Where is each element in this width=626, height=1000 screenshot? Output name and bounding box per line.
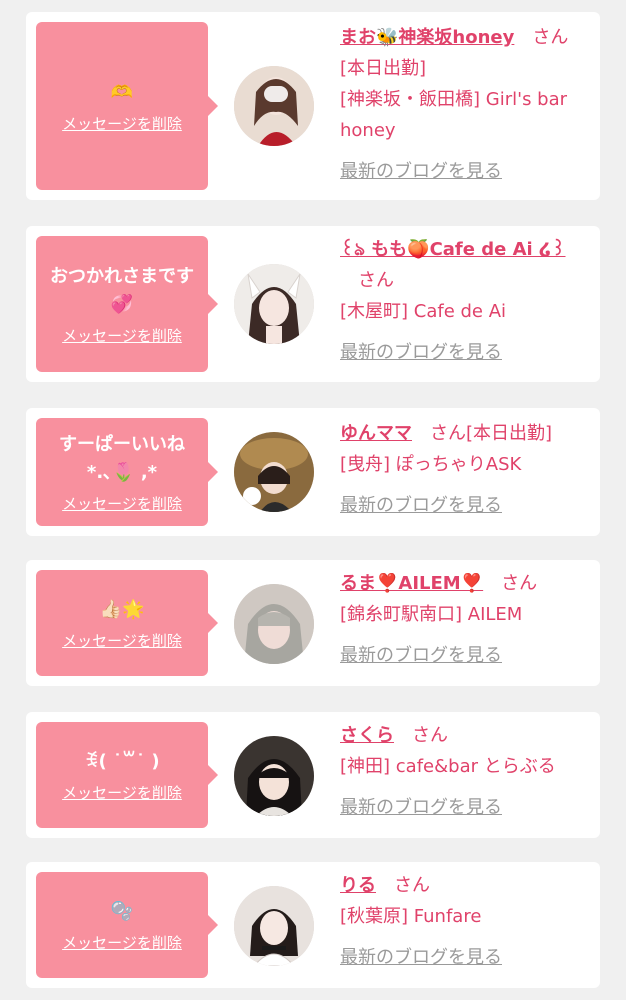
cast-info: さくら さん [神田] cafe&bar とらぶる 最新のブログを見る [340, 720, 592, 823]
message-bubble: おつかれさまです 💞 メッセージを削除 [36, 236, 218, 372]
latest-blog-link[interactable]: 最新のブログを見る [340, 942, 502, 973]
shop-name: [神楽坂・飯田橋] Girl's bar honey [340, 89, 568, 141]
message-bubble: 🫧 メッセージを削除 [36, 872, 218, 978]
delete-message-link[interactable]: メッセージを削除 [62, 325, 182, 346]
honorific: さん [358, 270, 394, 291]
message-card: 🫧 メッセージを削除 りる さん [秋葉原] Funfare 最新のブログを見る [26, 862, 600, 988]
delete-message-link[interactable]: メッセージを削除 [62, 782, 182, 803]
message-card: すーぱーいいね *.､🌷 ,* メッセージを削除 ゆんママ さん[本日出勤] [曳… [26, 408, 600, 536]
message-bubble: 👍🏻🌟 メッセージを削除 [36, 570, 218, 676]
message-card: おつかれさまです 💞 メッセージを削除 ꒰ঌ もも🍑Cafe de Ai ໒꒱ さ… [26, 226, 600, 382]
avatar[interactable] [234, 886, 314, 966]
message-card: 👍🏻🌟 メッセージを削除 るま❣️AILEM❣️ さん [錦糸町駅南口] AILE… [26, 560, 600, 686]
message-text: 🫶 [110, 81, 134, 103]
cast-name-link[interactable]: るま❣️AILEM❣️ [340, 573, 483, 594]
message-bubble: ꉂ( ˙꒳˙ ) メッセージを削除 [36, 722, 218, 828]
delete-message-link[interactable]: メッセージを削除 [62, 493, 182, 514]
work-status: [本日出勤] [466, 423, 553, 444]
cast-name-link[interactable]: りる [340, 875, 376, 896]
avatar[interactable] [234, 736, 314, 816]
message-text: すーぱーいいね *.､🌷 ,* [59, 433, 185, 483]
avatar-photo [234, 886, 314, 966]
avatar-photo [234, 264, 314, 344]
message-list: 🫶 メッセージを削除 まお🐝神楽坂honey さん[本日出勤] [神楽坂・飯田橋]… [0, 0, 626, 1000]
avatar-photo [234, 66, 314, 146]
cast-info: まお🐝神楽坂honey さん [本日出勤] [神楽坂・飯田橋] Girl's bar… [340, 22, 592, 187]
cast-name-link[interactable]: さくら [340, 725, 394, 746]
honorific: さん [532, 27, 569, 48]
avatar[interactable] [234, 432, 314, 512]
shop-name: [秋葉原] Funfare [340, 906, 482, 927]
latest-blog-link[interactable]: 最新のブログを見る [340, 337, 502, 368]
avatar-photo [234, 736, 314, 816]
avatar-photo [234, 584, 314, 664]
latest-blog-link[interactable]: 最新のブログを見る [340, 640, 502, 671]
latest-blog-link[interactable]: 最新のブログを見る [340, 490, 502, 521]
message-bubble: 🫶 メッセージを削除 [36, 22, 218, 190]
message-bubble: すーぱーいいね *.､🌷 ,* メッセージを削除 [36, 418, 218, 526]
honorific: さん [412, 725, 448, 746]
avatar-photo [234, 432, 314, 512]
cast-name-link[interactable]: ゆんママ [340, 423, 412, 444]
delete-message-link[interactable]: メッセージを削除 [62, 113, 182, 134]
shop-name: [木屋町] Cafe de Ai [340, 301, 507, 322]
shop-name: [神田] cafe&bar とらぶる [340, 756, 556, 777]
message-text: 🫧 [110, 900, 134, 922]
delete-message-link[interactable]: メッセージを削除 [62, 932, 182, 953]
cast-info: ꒰ঌ もも🍑Cafe de Ai ໒꒱ さん [木屋町] Cafe de Ai 最… [340, 234, 592, 368]
honorific: さん [394, 875, 430, 896]
cast-info: りる さん [秋葉原] Funfare 最新のブログを見る [340, 870, 592, 973]
message-text: おつかれさまです 💞 [50, 265, 194, 315]
shop-name: [錦糸町駅南口] AILEM [340, 604, 523, 625]
cast-name-link[interactable]: まお🐝神楽坂honey [340, 27, 514, 48]
message-card: 🫶 メッセージを削除 まお🐝神楽坂honey さん [本日出勤] [神楽坂・飯田橋]… [26, 12, 600, 200]
shop-name: [曳舟] ぽっちゃりASK [340, 454, 522, 475]
delete-message-link[interactable]: メッセージを削除 [62, 630, 182, 651]
honorific: さん [430, 423, 466, 444]
avatar[interactable] [234, 66, 314, 146]
latest-blog-link[interactable]: 最新のブログを見る [340, 156, 502, 187]
honorific: さん [501, 573, 538, 594]
cast-info: るま❣️AILEM❣️ さん [錦糸町駅南口] AILEM 最新のブログを見る [340, 568, 592, 671]
latest-blog-link[interactable]: 最新のブログを見る [340, 792, 502, 823]
message-text: 👍🏻🌟 [99, 598, 145, 620]
avatar[interactable] [234, 584, 314, 664]
message-text: ꉂ( ˙꒳˙ ) [84, 750, 160, 772]
cast-name-link[interactable]: ꒰ঌ もも🍑Cafe de Ai ໒꒱ [340, 239, 566, 260]
avatar[interactable] [234, 264, 314, 344]
cast-info: ゆんママ さん[本日出勤] [曳舟] ぽっちゃりASK 最新のブログを見る [340, 418, 592, 521]
message-card: ꉂ( ˙꒳˙ ) メッセージを削除 さくら さん [神田] cafe&bar とら… [26, 712, 600, 838]
work-status: [本日出勤] [340, 58, 427, 79]
